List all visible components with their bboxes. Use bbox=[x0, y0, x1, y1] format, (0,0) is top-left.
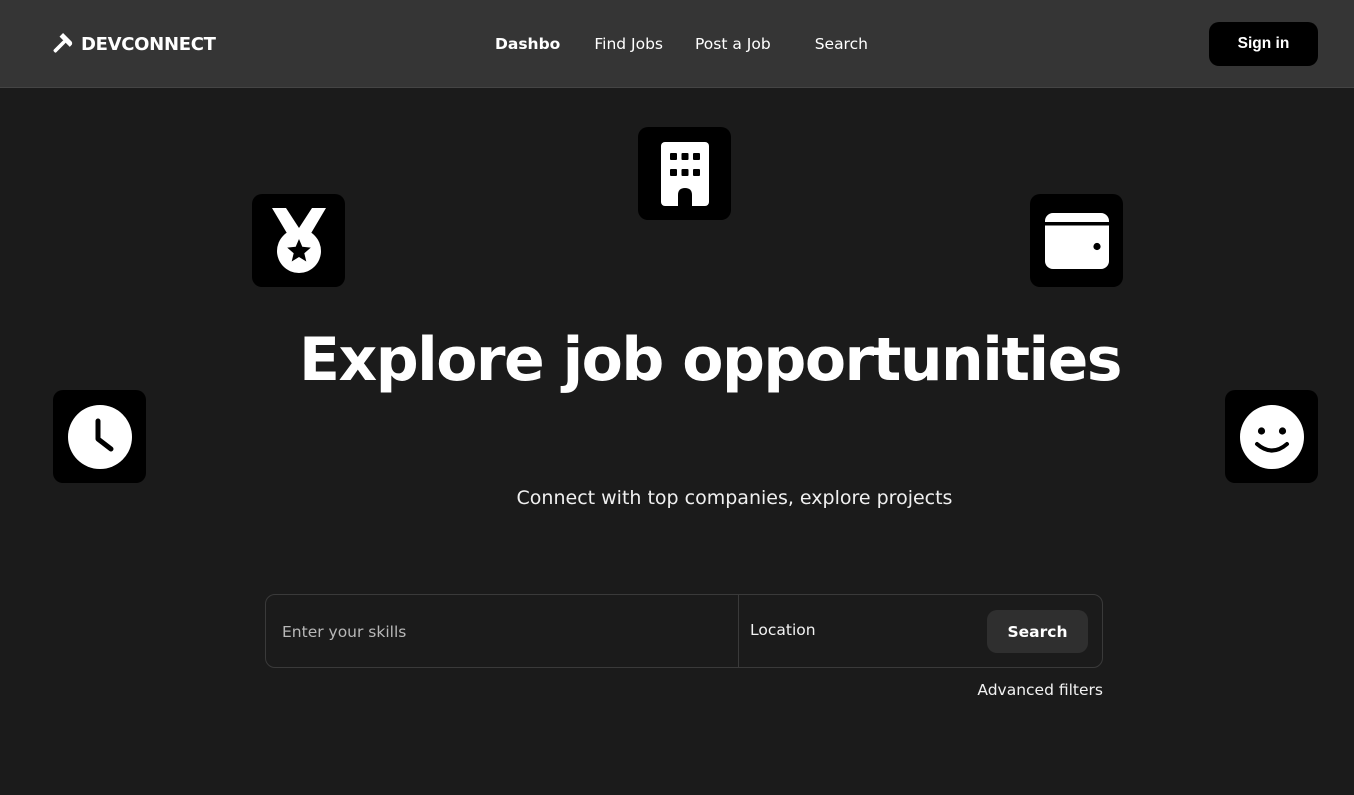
smiley-icon bbox=[1239, 404, 1304, 469]
nav-post-a-job[interactable]: Post a Job bbox=[695, 35, 771, 53]
skills-input[interactable] bbox=[282, 613, 722, 651]
clock-tile bbox=[53, 390, 146, 483]
medal-icon bbox=[271, 207, 326, 274]
nav-search[interactable]: Search bbox=[815, 35, 868, 53]
building-tile bbox=[638, 127, 731, 220]
brand-logo[interactable]: DEVCONNECT bbox=[50, 31, 216, 57]
wallet-tile bbox=[1030, 194, 1123, 287]
sign-in-button[interactable]: Sign in bbox=[1209, 22, 1318, 66]
main-nav: Dashbo Find Jobs Post a Job Search bbox=[495, 33, 868, 55]
search-divider bbox=[738, 595, 739, 667]
search-button[interactable]: Search bbox=[987, 610, 1088, 653]
medal-tile bbox=[252, 194, 345, 287]
smiley-tile bbox=[1225, 390, 1318, 483]
advanced-filters-link[interactable]: Advanced filters bbox=[977, 681, 1103, 699]
nav-find-jobs[interactable]: Find Jobs bbox=[594, 35, 663, 53]
job-search-bar: Location Search bbox=[265, 594, 1103, 668]
location-field[interactable]: Location bbox=[750, 621, 816, 639]
brand-name: DEVCONNECT bbox=[81, 33, 216, 55]
nav-dashboard[interactable]: Dashbo bbox=[495, 35, 560, 53]
wallet-icon bbox=[1044, 212, 1109, 269]
clock-icon bbox=[67, 404, 132, 469]
building-icon bbox=[660, 141, 709, 206]
hero-subtitle: Connect with top companies, explore proj… bbox=[516, 487, 953, 509]
top-navbar: DEVCONNECT Dashbo Find Jobs Post a Job S… bbox=[0, 0, 1354, 88]
hero-title: Explore job opportunities bbox=[299, 325, 1122, 395]
hammer-icon bbox=[50, 32, 74, 56]
